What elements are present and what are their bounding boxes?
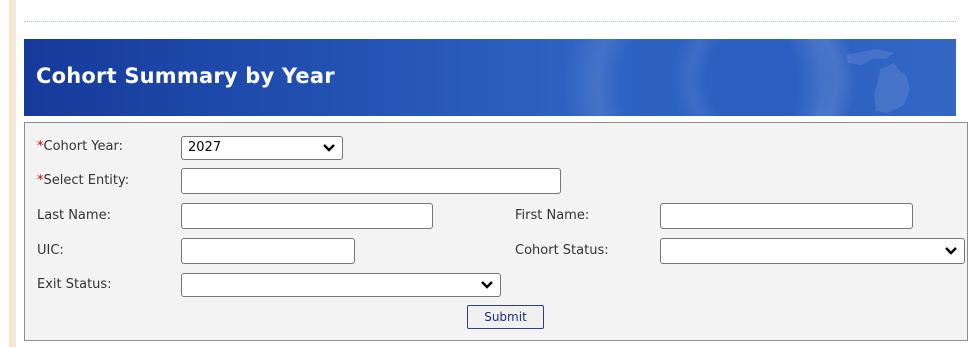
uic-label: UIC:: [37, 243, 64, 258]
chevron-down-icon: [481, 281, 493, 289]
michigan-map-icon: [846, 49, 910, 113]
left-accent-bar: [9, 0, 16, 347]
banner-swirl-decoration: [664, 39, 864, 116]
top-divider: [24, 21, 956, 22]
page-title: Cohort Summary by Year: [36, 64, 335, 88]
last-name-label: Last Name:: [37, 208, 111, 223]
chevron-down-icon: [945, 247, 957, 255]
first-name-label: First Name:: [515, 208, 590, 223]
exit-status-select[interactable]: [181, 273, 501, 297]
submit-button[interactable]: Submit: [467, 305, 544, 329]
exit-status-label: Exit Status:: [37, 277, 112, 292]
chevron-down-icon: [323, 144, 335, 152]
page-header-banner: Cohort Summary by Year: [24, 39, 956, 116]
select-entity-label: *Select Entity:: [37, 173, 130, 188]
cohort-year-label: *Cohort Year:: [37, 139, 123, 154]
last-name-input[interactable]: [181, 203, 433, 229]
cohort-year-select[interactable]: 2027: [181, 136, 343, 160]
select-entity-input[interactable]: [181, 168, 561, 194]
cohort-status-label: Cohort Status:: [515, 243, 609, 258]
first-name-input[interactable]: [660, 203, 913, 229]
cohort-year-value: 2027: [188, 140, 222, 155]
uic-input[interactable]: [181, 238, 355, 264]
cohort-status-select[interactable]: [660, 238, 965, 264]
search-form-panel: *Cohort Year: 2027 *Select Entity: Last …: [24, 122, 968, 341]
